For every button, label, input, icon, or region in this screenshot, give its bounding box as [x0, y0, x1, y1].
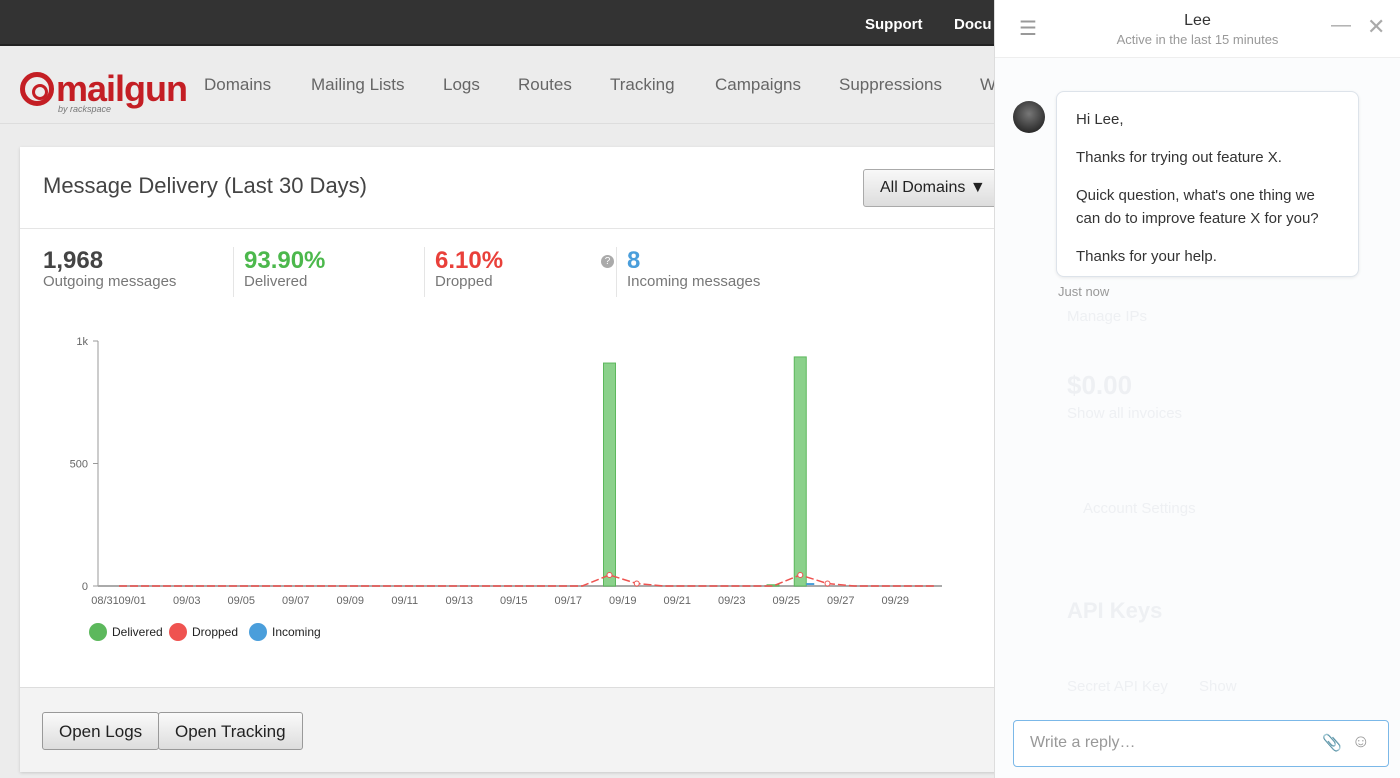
- dropped-point: [824, 580, 831, 587]
- stat-delivered: 93.90% Delivered: [233, 247, 325, 297]
- x-tick-label: 09/17: [554, 595, 582, 607]
- bg-invoices: Show all invoices: [1067, 405, 1183, 422]
- reply-input[interactable]: Write a reply… 📎 ☺: [1013, 720, 1389, 767]
- dropped-point: [633, 580, 640, 587]
- message-timestamp: Just now: [1058, 284, 1110, 299]
- open-logs-button[interactable]: Open Logs: [42, 712, 160, 750]
- divider: [20, 228, 1010, 229]
- logo-sub: by rackspace: [58, 104, 112, 114]
- x-tick-label: 09/23: [718, 595, 746, 607]
- close-icon[interactable]: ✕: [1367, 14, 1385, 40]
- bg-secret-key: Secret API Key: [1067, 678, 1168, 695]
- chat-header: ☰ Lee Active in the last 15 minutes — ✕: [995, 0, 1400, 58]
- legend-label-delivered: Delivered: [112, 625, 163, 639]
- minimize-icon[interactable]: —: [1331, 14, 1351, 37]
- x-tick-label: 08/31: [91, 595, 119, 607]
- bg-manage-ips: Manage IPs: [1067, 308, 1148, 325]
- domain-select-value: All Domains: [880, 179, 966, 196]
- x-tick-label: 09/25: [772, 595, 800, 607]
- support-link[interactable]: Support: [865, 16, 923, 33]
- delivery-chart: 0 500 1k 08/31 09/01 09/03 09/05 09/07 09/09 09/1…: [70, 336, 942, 641]
- legend-label-incoming: Incoming: [272, 625, 321, 639]
- paperclip-icon[interactable]: 📎: [1322, 733, 1342, 753]
- delivered-bar: [603, 362, 616, 587]
- y-tick-label: 1k: [76, 336, 88, 348]
- y-tick-label: 500: [70, 459, 88, 471]
- x-tick-label: 09/29: [881, 595, 909, 607]
- legend-marker-incoming: [249, 623, 267, 641]
- dropped-point: [606, 571, 613, 578]
- nav-routes[interactable]: Routes: [518, 75, 572, 95]
- chat-panel: ☰ Lee Active in the last 15 minutes — ✕ …: [994, 0, 1400, 778]
- x-tick-label: 09/15: [500, 595, 528, 607]
- legend-marker-delivered: [89, 623, 107, 641]
- delivered-bar: [793, 356, 807, 587]
- x-tick-label: 09/13: [445, 595, 473, 607]
- bg-account-settings: Account Settings: [1083, 500, 1196, 517]
- nav-mailing-lists[interactable]: Mailing Lists: [311, 75, 405, 95]
- message-delivery-card: Message Delivery (Last 30 Days) All Doma…: [20, 147, 1010, 772]
- incoming-bar: [806, 583, 815, 586]
- y-tick-label: 0: [82, 581, 88, 593]
- x-tick-label: 09/19: [609, 595, 637, 607]
- top-bar: Support Docu: [0, 0, 1000, 46]
- bg-amount: $0.00: [1067, 370, 1133, 400]
- domain-select[interactable]: All Domains ▼: [863, 169, 1003, 207]
- agent-avatar: [1013, 101, 1045, 133]
- nav-suppressions[interactable]: Suppressions: [839, 75, 942, 95]
- reply-placeholder: Write a reply…: [1030, 734, 1136, 751]
- bg-show: Show: [1199, 678, 1237, 695]
- x-tick-label: 09/05: [227, 595, 255, 607]
- x-tick-label: 09/01: [118, 595, 146, 607]
- chat-message: Hi Lee, Thanks for trying out feature X. Q…: [1056, 91, 1359, 277]
- nav-campaigns[interactable]: Campaigns: [715, 75, 801, 95]
- dropped-point: [797, 571, 804, 578]
- card-footer: Open Logs Open Tracking: [20, 687, 1010, 772]
- legend-label-dropped: Dropped: [192, 625, 238, 639]
- at-logo-icon: [20, 72, 54, 106]
- x-tick-label: 09/11: [391, 595, 418, 607]
- docs-link[interactable]: Docu: [954, 16, 992, 33]
- mailgun-logo[interactable]: mailgun by rackspace: [20, 68, 188, 114]
- x-tick-label: 09/03: [173, 595, 201, 607]
- nav-domains[interactable]: Domains: [204, 75, 271, 95]
- stat-incoming: 8 Incoming messages: [616, 247, 760, 297]
- stat-dropped: 6.10% Dropped ?: [424, 247, 614, 297]
- legend-marker-dropped: [169, 623, 187, 641]
- x-tick-label: 09/07: [282, 595, 310, 607]
- x-tick-label: 09/27: [827, 595, 855, 607]
- nav-logs[interactable]: Logs: [443, 75, 480, 95]
- delivered-bar: [766, 584, 780, 587]
- nav-tracking[interactable]: Tracking: [610, 75, 675, 95]
- card-title: Message Delivery (Last 30 Days): [43, 173, 368, 198]
- dropped-line: [119, 574, 937, 587]
- open-tracking-button[interactable]: Open Tracking: [158, 712, 303, 750]
- chevron-down-icon: ▼: [969, 179, 986, 196]
- help-icon[interactable]: ?: [601, 255, 614, 268]
- stat-outgoing: 1,968 Outgoing messages: [43, 247, 177, 290]
- menu-icon[interactable]: ☰: [1019, 16, 1037, 41]
- bg-api-keys: API Keys: [1067, 598, 1163, 623]
- emoji-icon[interactable]: ☺: [1352, 731, 1370, 752]
- x-tick-label: 09/09: [336, 595, 364, 607]
- main-nav: mailgun by rackspace Domains Mailing Lis…: [0, 46, 1000, 124]
- x-tick-label: 09/21: [663, 595, 691, 607]
